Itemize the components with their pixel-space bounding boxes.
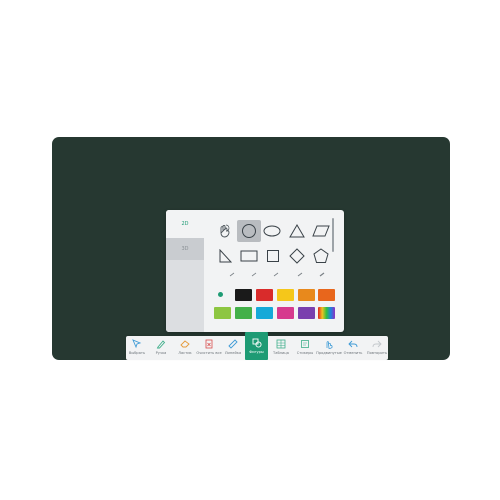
color-swatch-purple[interactable] <box>298 307 315 319</box>
line-style-3[interactable] <box>273 272 279 277</box>
line-style-5[interactable] <box>319 272 325 277</box>
diamond-icon[interactable] <box>286 246 308 266</box>
color-swatch-dark-orange[interactable] <box>318 289 335 301</box>
right-triangle-icon[interactable] <box>214 246 236 266</box>
shape-panel-sidebar: 2D 3D <box>166 210 204 332</box>
shape-panel-scrollbar[interactable] <box>332 218 334 252</box>
color-swatch-green[interactable] <box>235 307 252 319</box>
table-icon <box>276 339 286 349</box>
circle-icon[interactable] <box>237 220 261 242</box>
tool-table[interactable]: Таблица <box>270 336 292 360</box>
bottom-toolbar: Выбрать Ручка Ластик Очистить все Линейк… <box>126 332 388 360</box>
color-swatch-red[interactable] <box>256 289 273 301</box>
tool-label: Повторить <box>366 351 388 355</box>
cursor-icon <box>132 339 142 349</box>
sidebar-empty-area <box>166 260 204 332</box>
color-swatch-black[interactable] <box>235 289 252 301</box>
tool-redo[interactable]: Повторить <box>366 336 388 360</box>
selected-color-indicator <box>218 292 223 297</box>
line-style-2[interactable] <box>251 272 257 277</box>
tool-label: Таблица <box>273 351 289 355</box>
color-swatch-yellow[interactable] <box>277 289 294 301</box>
line-style-row <box>229 272 325 277</box>
ruler-icon <box>228 339 238 349</box>
parallelogram-icon[interactable] <box>310 221 332 241</box>
tool-label: Очистить все <box>196 351 222 355</box>
tool-shapes[interactable]: Фигуры <box>245 332 268 360</box>
tool-eraser[interactable]: Ластик <box>174 336 196 360</box>
tool-pen[interactable]: Ручка <box>150 336 172 360</box>
eraser-icon <box>180 340 190 348</box>
ellipse-icon[interactable] <box>261 221 283 241</box>
color-swatch-blue[interactable] <box>256 307 273 319</box>
tool-label: Ручка <box>155 351 167 355</box>
tool-undo[interactable]: Отменить <box>342 336 364 360</box>
clear-all-icon <box>205 339 213 349</box>
tool-label: Линейка <box>224 351 242 355</box>
color-swatch-pink[interactable] <box>277 307 294 319</box>
tool-ruler[interactable]: Линейка <box>222 336 244 360</box>
rectangle-icon[interactable] <box>238 246 260 266</box>
pen-icon <box>156 340 166 349</box>
tool-label: Стикеры <box>296 351 314 355</box>
tool-label: Продвинутые <box>316 351 342 355</box>
tool-advanced[interactable]: Продвинутые <box>316 336 342 360</box>
line-style-1[interactable] <box>229 272 235 277</box>
advanced-icon <box>326 341 333 349</box>
square-icon[interactable] <box>262 246 284 266</box>
tool-label: Ластик <box>178 351 192 355</box>
tab-2d[interactable]: 2D <box>166 210 204 238</box>
triangle-icon[interactable] <box>286 221 308 241</box>
tool-clear-all[interactable]: Очистить все <box>196 336 222 360</box>
redo-icon <box>372 340 382 348</box>
pentagon-icon[interactable] <box>310 246 332 266</box>
tool-label: Фигуры <box>249 350 264 354</box>
shape-recognition-icon[interactable] <box>214 221 236 241</box>
tool-stickers[interactable]: Стикеры <box>294 336 316 360</box>
tool-label: Отменить <box>343 351 363 355</box>
tool-label: Выбрать <box>128 351 146 355</box>
tab-3d[interactable]: 3D <box>166 238 204 260</box>
color-swatch-light-green[interactable] <box>214 307 231 319</box>
undo-icon <box>348 340 358 348</box>
line-style-4[interactable] <box>297 272 303 277</box>
sticker-icon <box>301 340 309 348</box>
shapes-icon <box>252 338 262 348</box>
color-swatch-orange[interactable] <box>298 289 315 301</box>
tool-select[interactable]: Выбрать <box>126 336 148 360</box>
color-swatch-custom[interactable] <box>318 307 335 319</box>
